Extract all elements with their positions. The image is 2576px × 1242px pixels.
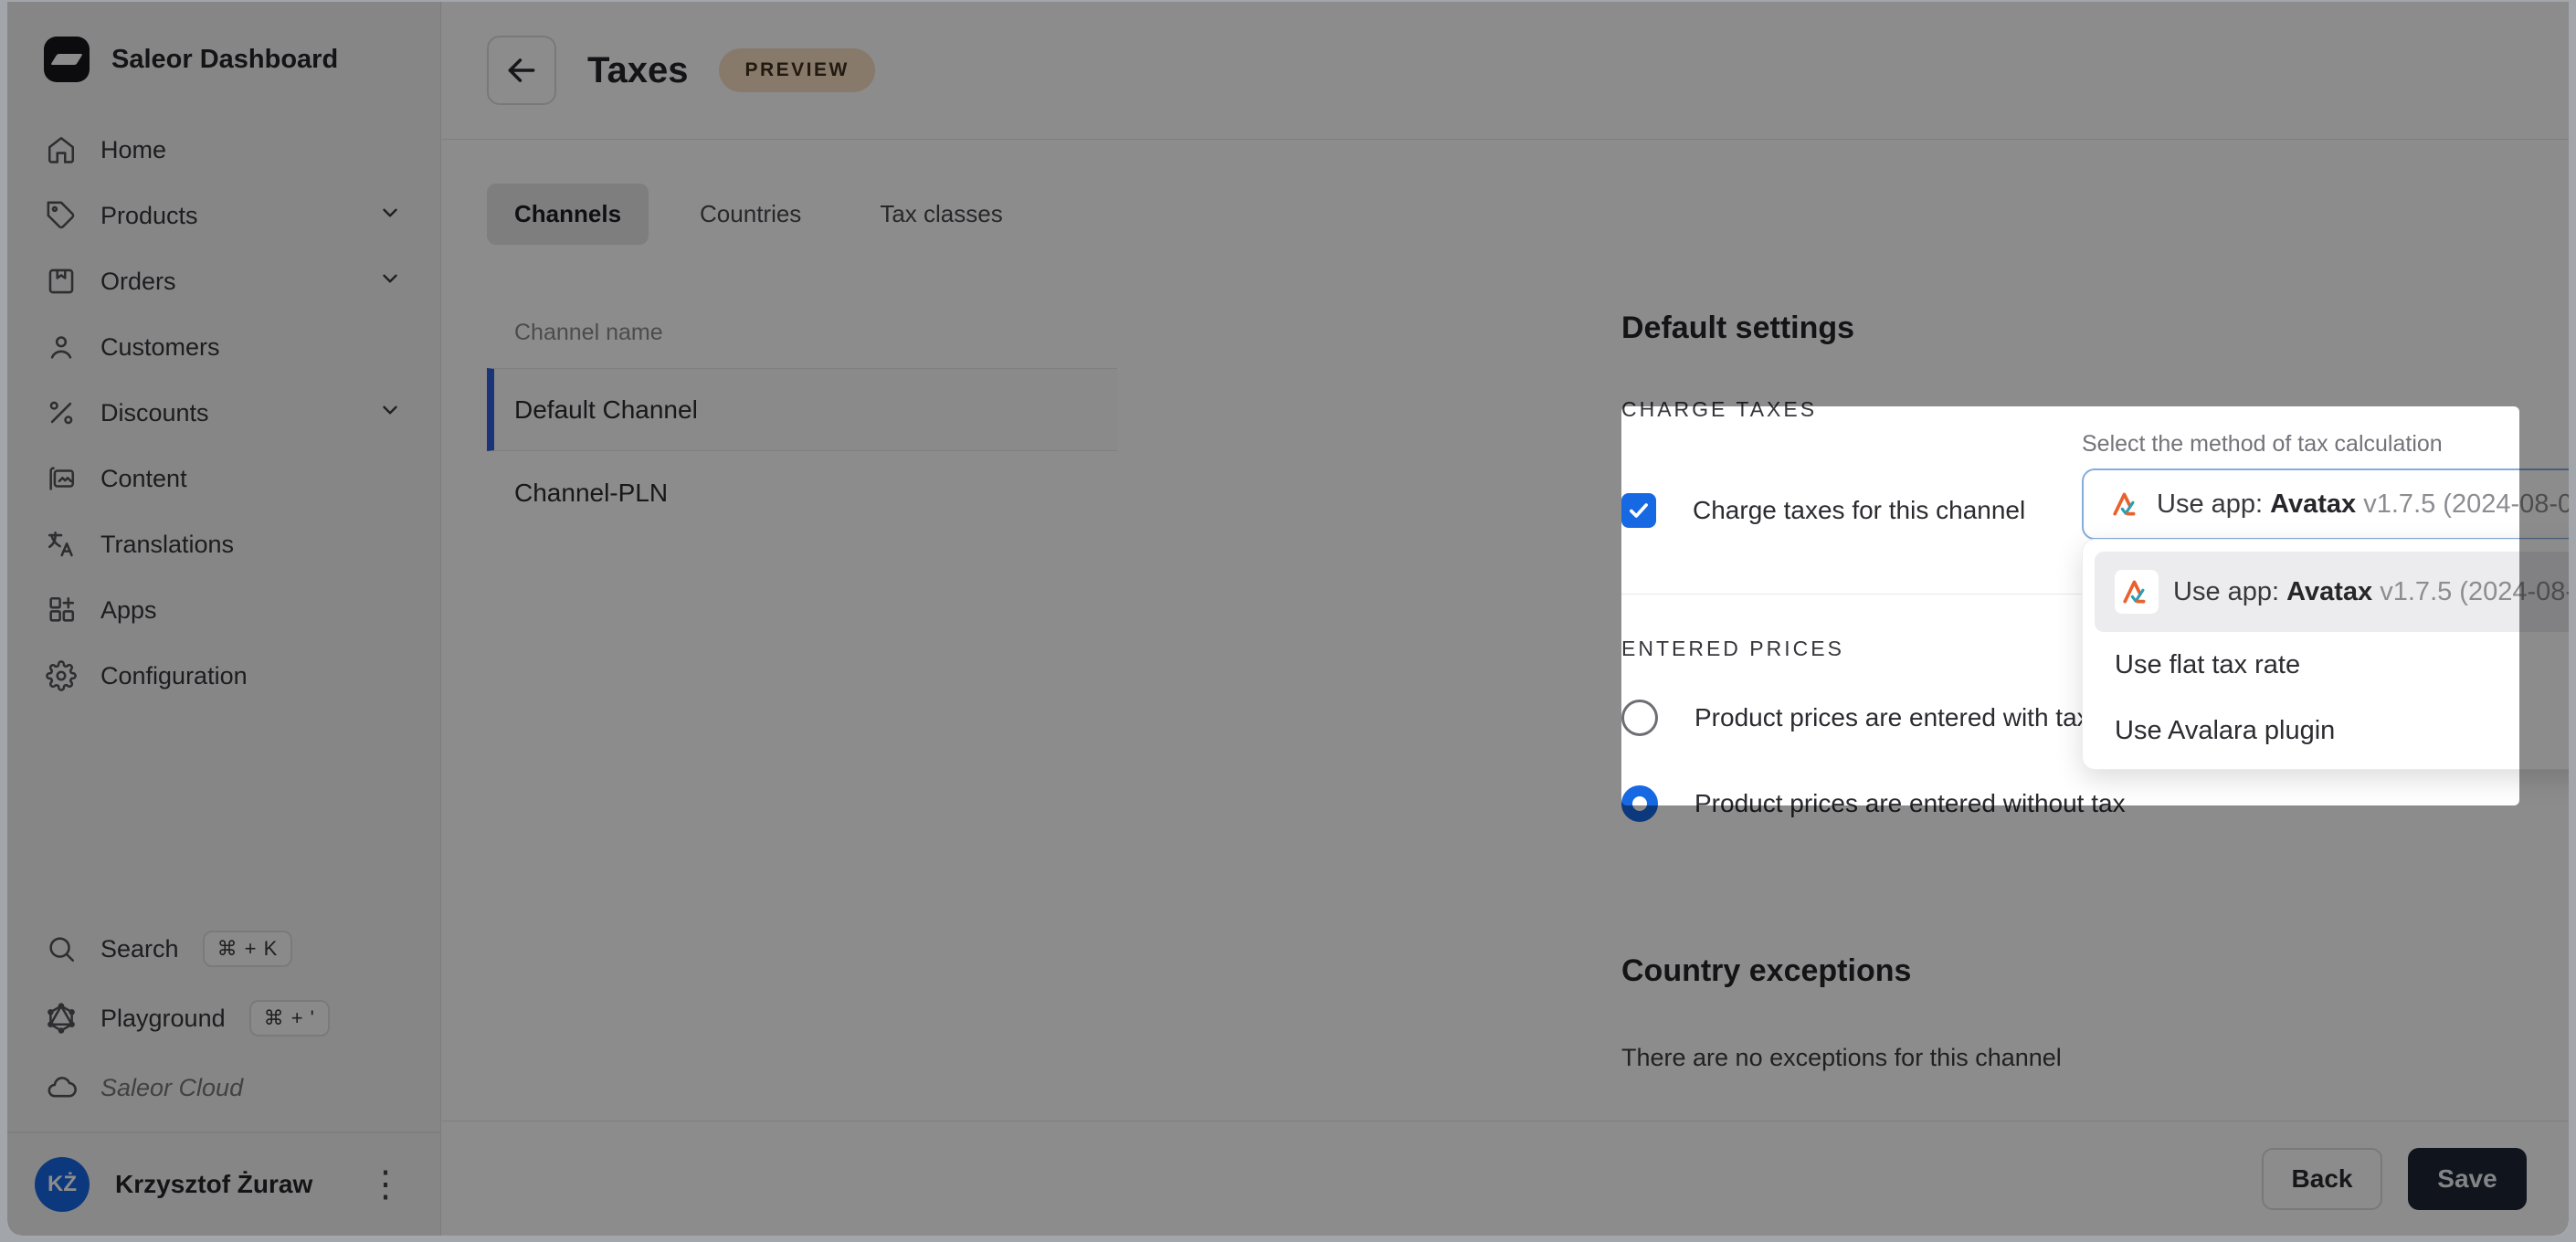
chevron-down-icon[interactable]	[378, 398, 402, 428]
footer-bar: Back Save	[442, 1121, 2569, 1236]
search-label: Search	[100, 935, 179, 963]
page-title: Taxes	[587, 50, 688, 91]
sidebar-item-label: Translations	[100, 531, 234, 559]
channel-column-header: Channel name	[487, 307, 1117, 368]
sidebar-item-label: Content	[100, 465, 187, 493]
footer-back-button[interactable]: Back	[2262, 1148, 2382, 1210]
arrow-left-icon	[504, 53, 539, 88]
dropdown-option-avatax-label: Use app: Avatax v1.7.5 (2024-08-05)	[2173, 577, 2569, 607]
graphql-icon	[46, 1003, 77, 1034]
sidebar-item-home[interactable]: Home	[29, 117, 418, 183]
app-window: Saleor Dashboard Home Products Orders Cu…	[7, 2, 2569, 1236]
sidebar-nav: Home Products Orders Customers Discounts	[7, 110, 440, 709]
sidebar-item-label: Orders	[100, 268, 176, 296]
saleor-logo-icon	[44, 37, 90, 82]
sidebar-item-apps[interactable]: Apps	[29, 577, 418, 643]
tax-method-dropdown: Use app: Avatax v1.7.5 (2024-08-05) sale…	[2082, 539, 2569, 770]
dropdown-option-flat-rate[interactable]: Use flat tax rate	[2095, 632, 2569, 698]
tab-countries[interactable]: Countries	[672, 184, 829, 245]
settings-panel: Default settings CHARGE TAXES Charge tax…	[1621, 310, 2569, 1072]
playground-shortcut: ⌘ + '	[249, 1000, 330, 1037]
radio-prices-without-tax[interactable]	[1621, 785, 1658, 822]
playground-label: Playground	[100, 1005, 226, 1033]
sidebar-item-label: Configuration	[100, 662, 248, 690]
sidebar-item-label: Products	[100, 202, 198, 230]
tax-method-field: Select the method of tax calculation Use…	[2082, 431, 2569, 546]
radio-prices-with-tax[interactable]	[1621, 700, 1658, 736]
tax-method-select[interactable]: Use app: Avatax v1.7.5 (2024-08-05)	[2082, 468, 2569, 540]
back-button[interactable]	[487, 36, 556, 105]
sidebar-item-discounts[interactable]: Discounts	[29, 380, 418, 446]
charge-taxes-section-label: CHARGE TAXES	[1621, 397, 2569, 422]
sidebar-item-playground[interactable]: Playground ⌘ + '	[29, 984, 418, 1053]
sidebar-item-products[interactable]: Products	[29, 183, 418, 248]
saleor-cloud-label: Saleor Cloud	[100, 1074, 243, 1102]
save-button[interactable]: Save	[2408, 1148, 2527, 1210]
search-shortcut: ⌘ + K	[203, 931, 293, 967]
tab-channels[interactable]: Channels	[487, 184, 649, 245]
page-header: Taxes PREVIEW	[442, 2, 2569, 140]
chevron-down-icon[interactable]	[378, 201, 402, 231]
search-icon	[46, 933, 77, 964]
sidebar-item-label: Home	[100, 136, 166, 164]
channel-row-default[interactable]: Default Channel	[487, 368, 1117, 451]
sidebar-item-configuration[interactable]: Configuration	[29, 643, 418, 709]
country-exceptions-header: Country exceptions Add country	[1621, 939, 2569, 1004]
country-exceptions-title: Country exceptions	[1621, 953, 1911, 989]
kebab-menu-icon[interactable]: ⋮	[358, 1163, 413, 1206]
preview-badge: PREVIEW	[719, 48, 874, 92]
tag-icon	[46, 200, 77, 231]
sidebar-item-search[interactable]: Search ⌘ + K	[29, 914, 418, 984]
radio-prices-without-tax-label: Product prices are entered without tax	[1694, 789, 2126, 818]
sidebar-item-saleor-cloud[interactable]: Saleor Cloud	[29, 1053, 418, 1122]
avatax-icon	[2111, 489, 2142, 520]
content-icon	[46, 463, 77, 494]
channel-list: Channel name Default Channel Channel-PLN	[487, 307, 1117, 534]
cloud-icon	[46, 1072, 77, 1103]
charge-taxes-label: Charge taxes for this channel	[1693, 496, 2025, 525]
home-icon	[46, 134, 77, 165]
dropdown-option-avatax[interactable]: Use app: Avatax v1.7.5 (2024-08-05) sale…	[2095, 552, 2569, 632]
avatar: KŻ	[35, 1157, 90, 1212]
translations-icon	[46, 529, 77, 560]
main-content: Taxes PREVIEW Channels Countries Tax cla…	[442, 2, 2569, 1236]
tab-bar: Channels Countries Tax classes	[487, 184, 1030, 245]
check-icon	[1627, 499, 1651, 522]
channel-row-pln[interactable]: Channel-PLN	[487, 451, 1117, 534]
radio-prices-with-tax-label: Product prices are entered with tax	[1694, 703, 2090, 732]
brand: Saleor Dashboard	[7, 2, 440, 110]
apps-icon	[46, 595, 77, 626]
tax-method-selected-value: Use app: Avatax v1.7.5 (2024-08-05)	[2157, 489, 2569, 520]
sidebar-item-translations[interactable]: Translations	[29, 511, 418, 577]
chevron-down-icon[interactable]	[378, 267, 402, 297]
sidebar-item-orders[interactable]: Orders	[29, 248, 418, 314]
avatax-icon-chip	[2115, 570, 2159, 614]
sidebar-item-label: Discounts	[100, 399, 209, 427]
user-name: Krzysztof Żuraw	[115, 1170, 312, 1199]
sidebar-tools: Search ⌘ + K Playground ⌘ + ' Saleor Clo…	[7, 914, 440, 1131]
avatax-icon	[2121, 576, 2152, 607]
user-menu[interactable]: KŻ Krzysztof Żuraw ⋮	[7, 1131, 440, 1236]
charge-taxes-checkbox[interactable]	[1621, 493, 1656, 528]
brand-name: Saleor Dashboard	[111, 45, 338, 75]
gear-icon	[46, 660, 77, 691]
tab-tax-classes[interactable]: Tax classes	[852, 184, 1029, 245]
orders-icon	[46, 266, 77, 297]
sidebar-item-customers[interactable]: Customers	[29, 314, 418, 380]
sidebar-item-label: Customers	[100, 333, 220, 362]
dropdown-option-avalara-plugin[interactable]: Use Avalara plugin	[2095, 698, 2569, 763]
discounts-icon	[46, 397, 77, 428]
exceptions-empty-message: There are no exceptions for this channel	[1621, 1044, 2569, 1072]
sidebar: Saleor Dashboard Home Products Orders Cu…	[7, 2, 441, 1236]
customers-icon	[46, 332, 77, 363]
tax-method-label: Select the method of tax calculation	[2082, 431, 2569, 458]
sidebar-item-label: Apps	[100, 596, 157, 625]
sidebar-item-content[interactable]: Content	[29, 446, 418, 511]
settings-title: Default settings	[1621, 310, 2569, 346]
